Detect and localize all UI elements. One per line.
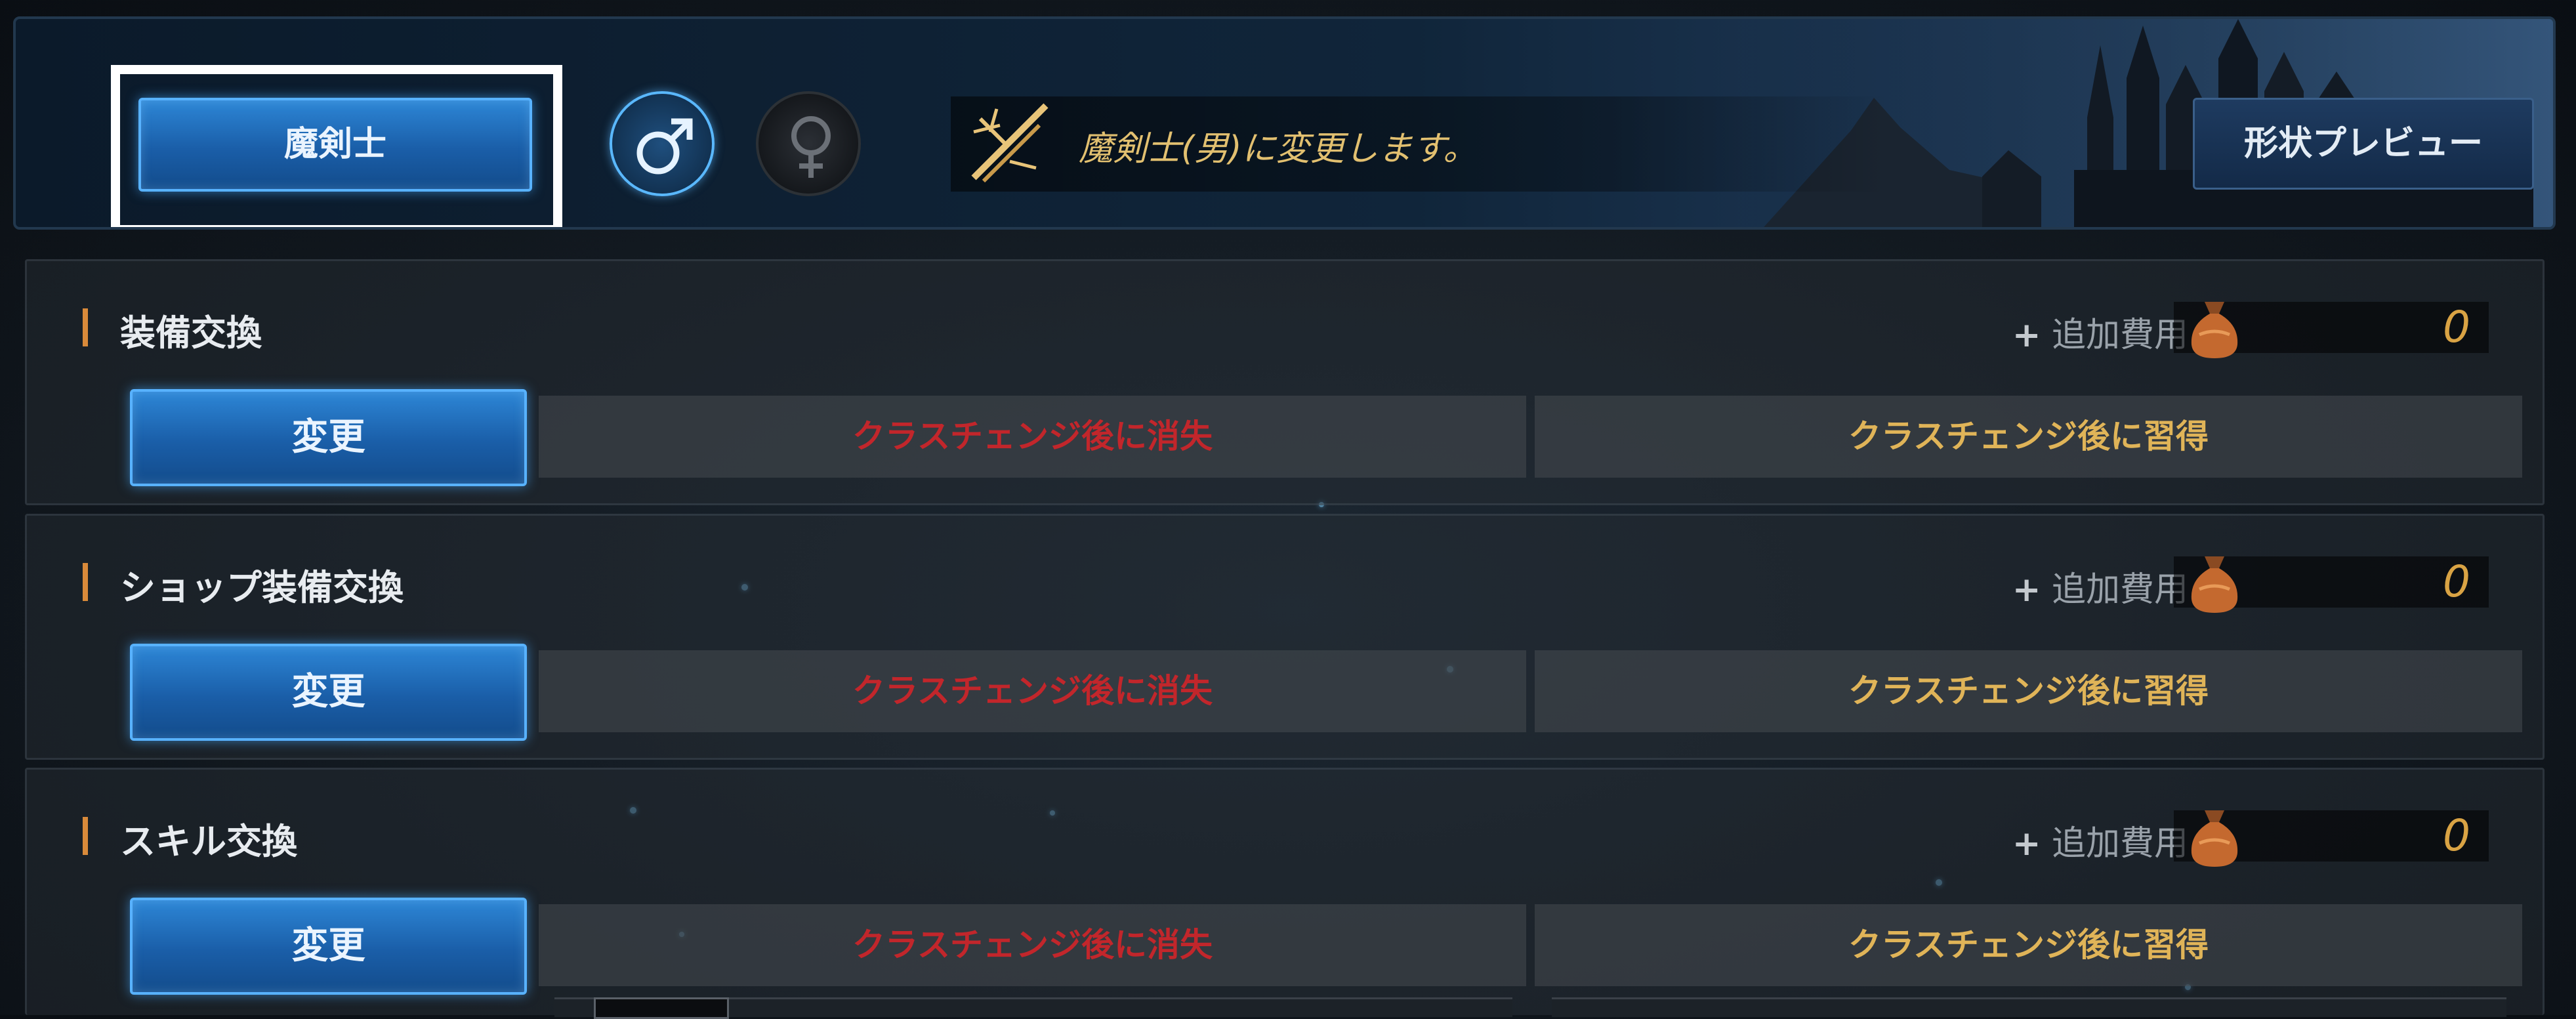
lost-after-change-slot: クラスチェンジ後に消失 <box>539 396 1526 478</box>
equipment-exchange-section: 装備交換 + 追加費用 0 変更 クラスチェンジ後に消失 クラスチェンジ後に習得 <box>25 259 2545 505</box>
crossed-swords-icon <box>971 103 1049 183</box>
class-header-panel: 魔剣士 魔剣士(男)に変更します。 形状プレビュー <box>13 16 2556 230</box>
male-gender-button[interactable] <box>610 91 715 196</box>
plus-icon: + <box>2012 824 2041 863</box>
section-title: 装備交換 <box>120 312 262 354</box>
acquired-after-change-slot: クラスチェンジ後に習得 <box>1535 650 2522 732</box>
additional-cost-label: + 追加費用 <box>2012 562 2188 611</box>
acquired-after-change-slot: クラスチェンジ後に習得 <box>1535 904 2522 986</box>
change-button[interactable]: 変更 <box>130 898 527 995</box>
money-bag-icon <box>2191 810 2238 867</box>
female-symbol-icon <box>791 116 831 178</box>
plus-icon: + <box>2012 316 2041 355</box>
shop-equipment-exchange-section: ショップ装備交換 + 追加費用 0 変更 クラスチェンジ後に消失 クラスチェンジ… <box>25 514 2545 760</box>
section-accent-bar <box>83 563 88 601</box>
skill-exchange-section: スキル交換 + 追加費用 0 変更 クラスチェンジ後に消失 クラスチェンジ後に習… <box>25 768 2545 1015</box>
section-title: ショップ装備交換 <box>120 567 404 608</box>
class-change-message: 魔剣士(男)に変更します。 <box>1079 129 1478 169</box>
lost-after-change-slot: クラスチェンジ後に消失 <box>539 650 1526 732</box>
additional-cost-label: + 追加費用 <box>2012 816 2188 865</box>
money-bag-icon <box>2191 302 2238 358</box>
section-accent-bar <box>83 308 88 346</box>
cost-value: 0 <box>2443 556 2470 607</box>
money-bag-icon <box>2191 556 2238 613</box>
skill-list-strip-right <box>1552 997 2506 1017</box>
female-gender-button[interactable] <box>756 91 861 196</box>
acquired-after-change-slot: クラスチェンジ後に習得 <box>1535 396 2522 478</box>
section-accent-bar <box>83 817 88 855</box>
male-symbol-icon <box>636 118 693 175</box>
additional-cost-text: 追加費用 <box>2051 824 2188 863</box>
change-button[interactable]: 変更 <box>130 389 527 486</box>
class-select-button[interactable]: 魔剣士 <box>138 98 532 192</box>
cost-value: 0 <box>2443 302 2470 352</box>
additional-cost-text: 追加費用 <box>2051 570 2188 610</box>
section-title: スキル交換 <box>120 821 297 862</box>
additional-cost-text: 追加費用 <box>2051 316 2188 355</box>
additional-cost-label: + 追加費用 <box>2012 307 2188 356</box>
change-button[interactable]: 変更 <box>130 644 527 741</box>
skill-slot[interactable] <box>594 997 729 1019</box>
plus-icon: + <box>2012 570 2041 610</box>
lost-after-change-slot: クラスチェンジ後に消失 <box>539 904 1526 986</box>
appearance-preview-button[interactable]: 形状プレビュー <box>2193 98 2534 190</box>
cost-value: 0 <box>2443 810 2470 861</box>
